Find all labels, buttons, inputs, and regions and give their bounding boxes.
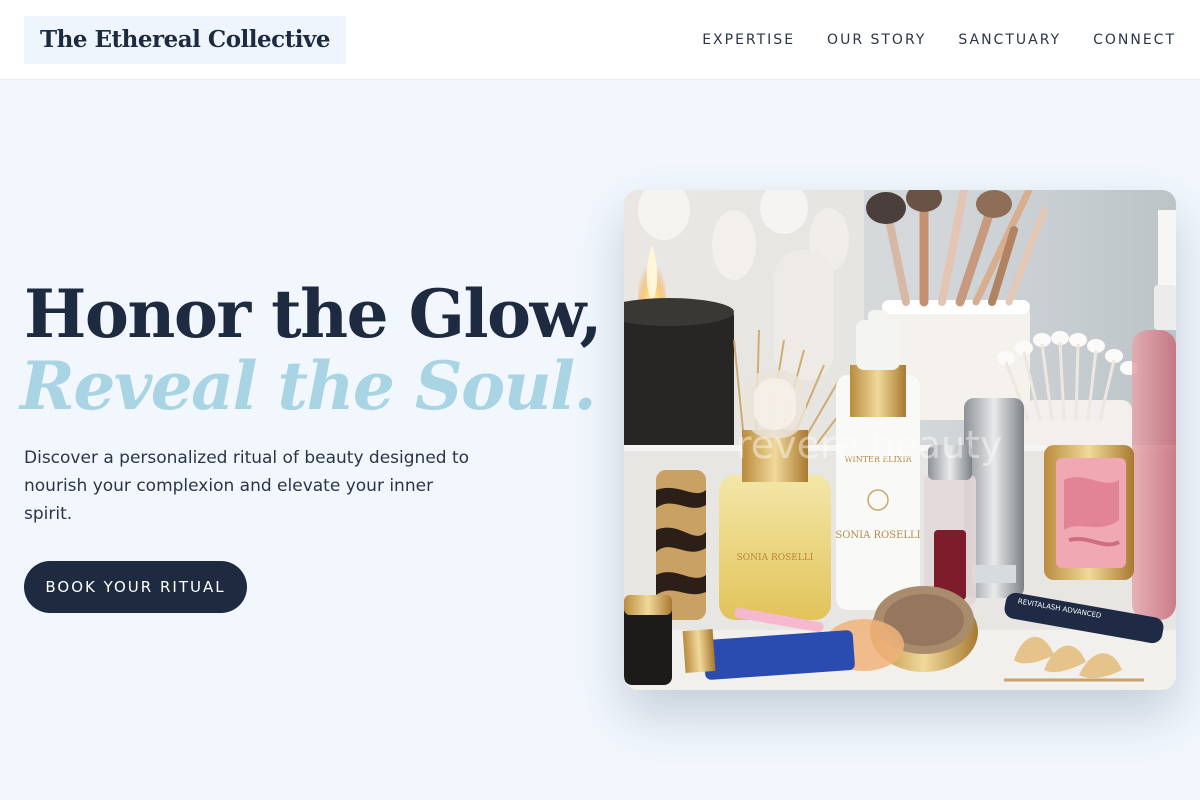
nav-item-connect[interactable]: CONNECT [1093, 32, 1176, 48]
image-watermark: revere beauty [736, 423, 1003, 467]
hero-description: Discover a personalized ritual of beauty… [24, 448, 470, 524]
site-header: The Ethereal Collective EXPERTISE OUR ST… [0, 0, 1200, 80]
eyeliner-pot [624, 595, 672, 685]
headline-line-1: Honor the Glow, [24, 275, 602, 353]
nav-item-sanctuary[interactable]: SANCTUARY [958, 32, 1061, 48]
serum-brand-text: SONIA ROSELLI [737, 553, 814, 563]
main-nav: EXPERTISE OUR STORY SANCTUARY CONNECT [702, 32, 1176, 48]
hero-headline: Honor the Glow, Reveal the Soul. [20, 275, 602, 422]
perfume-bottle [924, 445, 976, 605]
nav-item-our-story[interactable]: OUR STORY [827, 32, 926, 48]
hero-product-image: WINTER ELIXIR SONIA ROSELLI SONIA ROSELL… [624, 190, 1176, 690]
hero-content: Honor the Glow, Reveal the Soul. Discove… [20, 275, 602, 613]
bottle-brand-text: SONIA ROSELLI [835, 530, 920, 541]
headline-line-2: Reveal the Soul. [20, 347, 597, 425]
brand-logo[interactable]: The Ethereal Collective [24, 15, 347, 64]
blush-compact [1044, 445, 1134, 580]
book-ritual-button[interactable]: BOOK YOUR RITUAL [24, 561, 247, 613]
nav-item-expertise[interactable]: EXPERTISE [702, 32, 795, 48]
